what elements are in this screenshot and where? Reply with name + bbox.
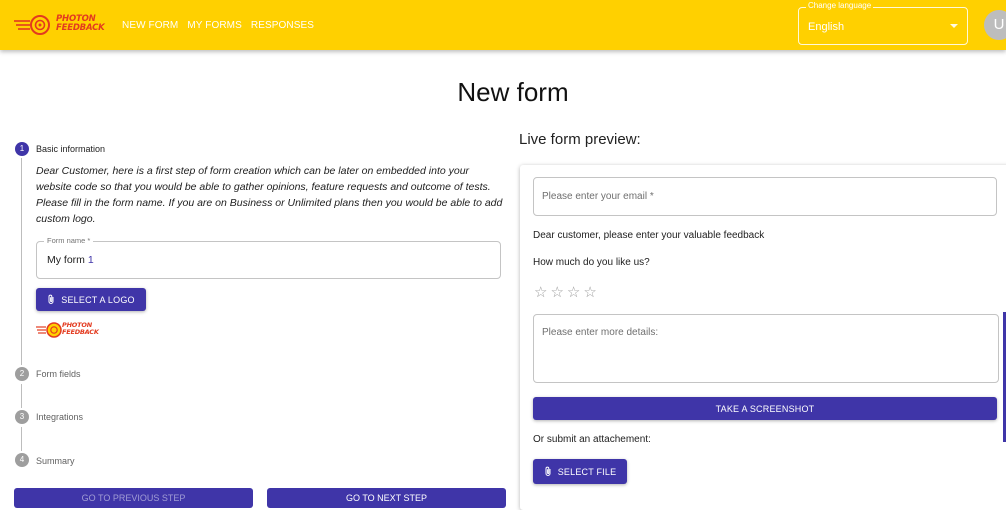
step-4-number: 4 (15, 453, 29, 467)
step-2-label[interactable]: Form fields (36, 369, 81, 379)
star-icon[interactable]: ☆ (534, 284, 547, 300)
step-intro-text: Dear Customer, here is a first step of f… (36, 165, 503, 225)
star-rating[interactable]: ☆ ☆ ☆ ☆ (534, 284, 597, 300)
star-icon[interactable]: ☆ (550, 284, 563, 300)
step-3-number: 3 (15, 410, 29, 424)
take-screenshot-button[interactable]: TAKE A SCREENSHOT (533, 397, 997, 420)
language-select-label: Change language (806, 1, 874, 10)
paperclip-icon (545, 466, 551, 476)
previous-step-button[interactable]: GO TO PREVIOUS STEP (14, 488, 253, 508)
star-icon[interactable]: ☆ (583, 284, 596, 300)
details-placeholder: Please enter more details: (542, 327, 659, 338)
step-4-label[interactable]: Summary (36, 456, 75, 466)
form-name-value: My form (47, 254, 85, 266)
select-file-label: SELECT FILE (557, 466, 617, 477)
step-1-label[interactable]: Basic information (36, 144, 105, 154)
uploaded-logo-preview: PHOTON FEEDBACK (36, 320, 106, 340)
select-logo-label: SELECT A LOGO (61, 294, 135, 305)
language-select[interactable]: Change language English (798, 1, 968, 45)
step-1-number: 1 (15, 142, 29, 156)
nav-my-forms[interactable]: MY FORMS (187, 20, 242, 31)
step-2-number: 2 (15, 367, 29, 381)
take-screenshot-label: TAKE A SCREENSHOT (715, 403, 815, 414)
next-step-button[interactable]: GO TO NEXT STEP (267, 488, 506, 508)
nav-responses[interactable]: RESPONSES (251, 20, 314, 31)
page-title: New form (457, 77, 569, 107)
small-logo-text-line2: FEEDBACK (62, 328, 99, 336)
user-avatar[interactable]: U (984, 10, 1006, 40)
select-logo-button[interactable]: SELECT A LOGO (36, 288, 146, 311)
main-nav: NEW FORM MY FORMS RESPONSES (122, 20, 314, 31)
star-icon[interactable]: ☆ (567, 284, 580, 300)
app-logo[interactable]: PHOTON FEEDBACK (14, 13, 105, 37)
top-app-bar: PHOTON FEEDBACK NEW FORM MY FORMS RESPON… (0, 0, 1006, 50)
step-connector (21, 427, 22, 451)
form-name-field[interactable]: Form name * My form 1 (36, 236, 501, 279)
preview-email-input[interactable]: Please enter your email * (533, 177, 997, 216)
language-select-value: English (808, 21, 845, 33)
attachment-label: Or submit an attachement: (533, 434, 651, 445)
select-file-button[interactable]: SELECT FILE (533, 459, 627, 484)
logo-text-line2: FEEDBACK (56, 23, 105, 33)
step-3-label[interactable]: Integrations (36, 412, 83, 422)
dropdown-arrow-icon (950, 24, 958, 28)
step-connector (21, 384, 22, 408)
preview-greeting: Dear customer, please enter your valuabl… (533, 230, 765, 241)
step-connector (21, 158, 22, 365)
form-name-label: Form name * (44, 236, 94, 245)
preview-title: Live form preview: (519, 131, 641, 148)
email-placeholder: Please enter your email * (542, 191, 654, 202)
nav-new-form[interactable]: NEW FORM (122, 20, 178, 31)
form-name-value-suffix: 1 (87, 254, 94, 266)
paperclip-icon (48, 294, 54, 304)
preview-details-textarea[interactable]: Please enter more details: (533, 314, 999, 383)
preview-question: How much do you like us? (533, 257, 650, 268)
photon-logo-icon (14, 15, 50, 35)
